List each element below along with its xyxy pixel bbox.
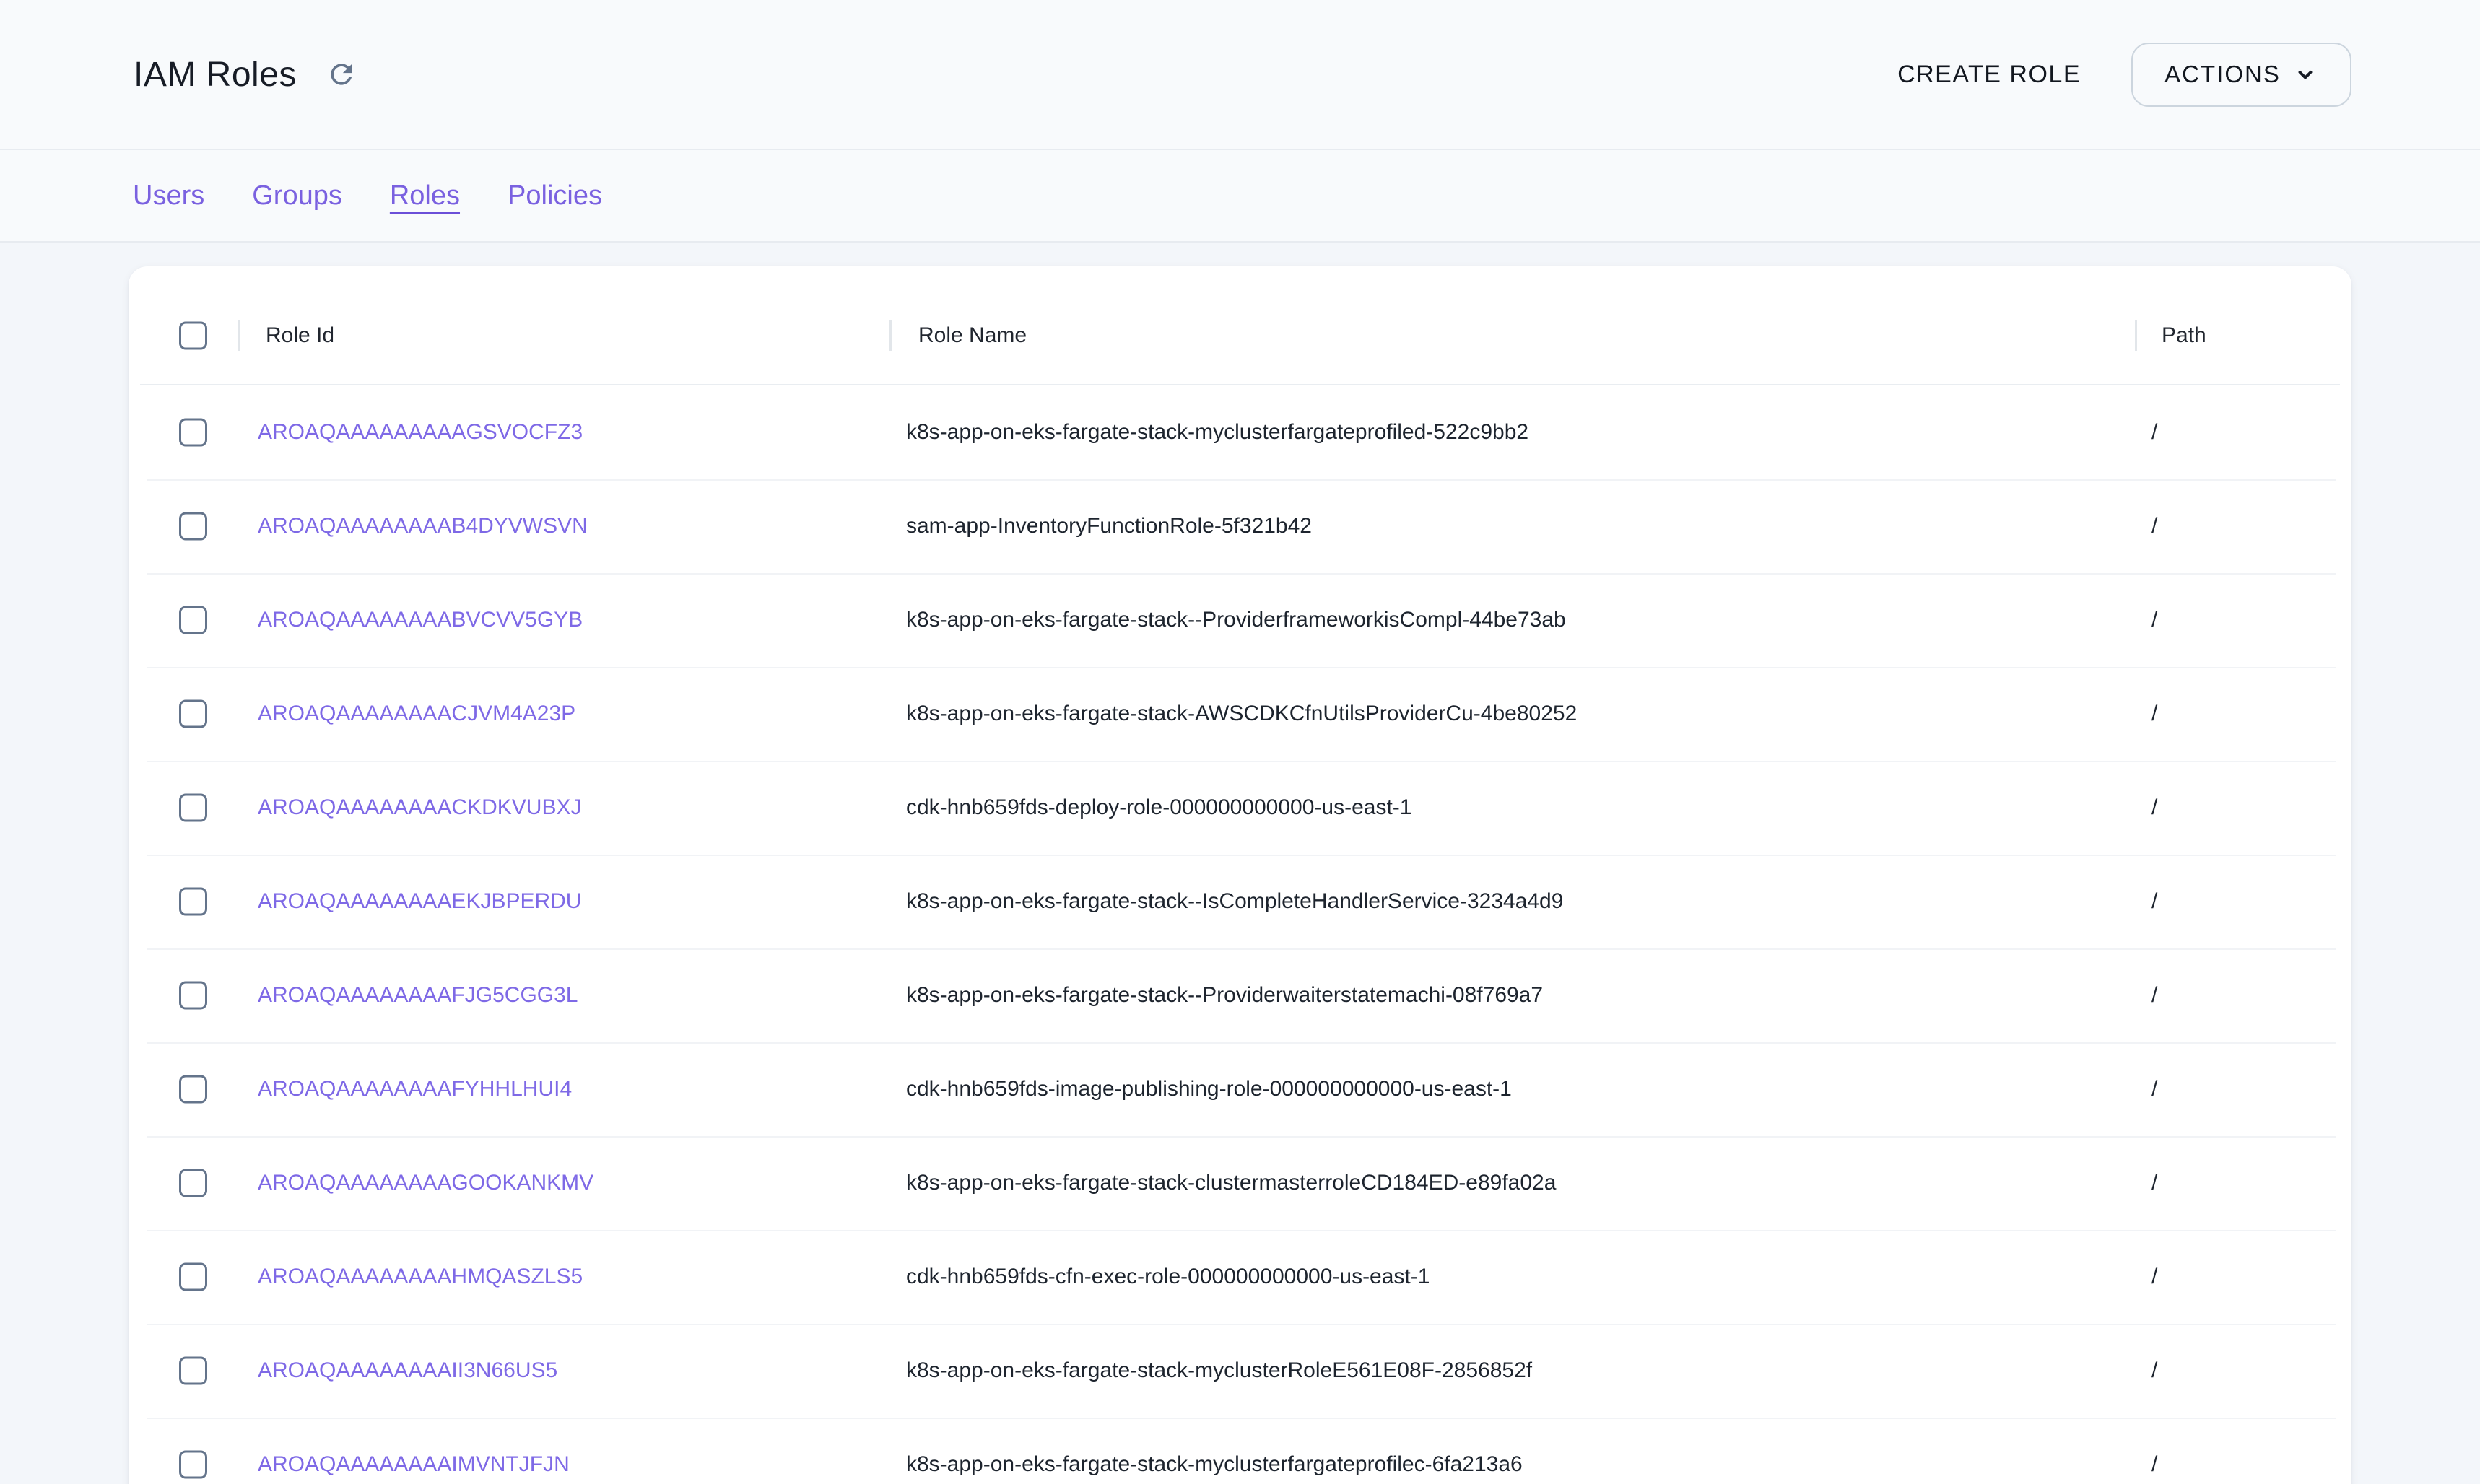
role-path-text: / <box>2151 608 2157 632</box>
role-path-text: / <box>2151 420 2157 445</box>
role-path-text: / <box>2151 1452 2157 1477</box>
table-row: AROAQAAAAAAAAGOOKANKMV k8s-app-on-eks-fa… <box>129 1136 2351 1230</box>
role-name-text: k8s-app-on-eks-fargate-stack-myclusterRo… <box>906 1358 1532 1383</box>
iam-tabs: Users Groups Roles Policies <box>0 150 2480 243</box>
role-id-link[interactable]: AROAQAAAAAAAAFJG5CGG3L <box>258 983 578 1008</box>
role-id-link[interactable]: AROAQAAAAAAAAB4DYVWSVN <box>258 514 588 538</box>
role-name-text: k8s-app-on-eks-fargate-stack-myclusterfa… <box>906 1452 1523 1477</box>
create-role-button[interactable]: CREATE ROLE <box>1897 61 2081 89</box>
role-path-text: / <box>2151 795 2157 820</box>
row-checkbox[interactable] <box>179 1075 207 1104</box>
row-checkbox[interactable] <box>179 1263 207 1291</box>
role-name-text: k8s-app-on-eks-fargate-stack-AWSCDKCfnUt… <box>906 702 1577 726</box>
table-row: AROAQAAAAAAAAEKJBPERDU k8s-app-on-eks-fa… <box>129 855 2351 948</box>
role-id-link[interactable]: AROAQAAAAAAAACKDKVUBXJ <box>258 795 581 820</box>
table-body: AROAQAAAAAAAAAGSVOCFZ3 k8s-app-on-eks-fa… <box>129 385 2351 1484</box>
row-checkbox[interactable] <box>179 794 207 822</box>
role-path-text: / <box>2151 1358 2157 1383</box>
role-name-text: cdk-hnb659fds-deploy-role-000000000000-u… <box>906 795 1411 820</box>
role-name-text: sam-app-InventoryFunctionRole-5f321b42 <box>906 514 1312 538</box>
table-row: AROAQAAAAAAAACJVM4A23P k8s-app-on-eks-fa… <box>129 667 2351 761</box>
role-path-text: / <box>2151 1265 2157 1289</box>
role-name-text: cdk-hnb659fds-cfn-exec-role-000000000000… <box>906 1265 1430 1289</box>
table-row: AROAQAAAAAAAAFYHHLHUI4 cdk-hnb659fds-ima… <box>129 1042 2351 1136</box>
role-path-text: / <box>2151 702 2157 726</box>
tab-roles[interactable]: Roles <box>390 180 460 211</box>
table-header-row: Role Id Role Name Path <box>129 266 2351 385</box>
column-header-role-name: Role Name <box>918 323 1027 348</box>
column-divider <box>238 320 240 351</box>
role-path-text: / <box>2151 1077 2157 1101</box>
role-id-link[interactable]: AROAQAAAAAAAAEKJBPERDU <box>258 889 581 914</box>
table-row: AROAQAAAAAAAAII3N66US5 k8s-app-on-eks-fa… <box>129 1324 2351 1418</box>
role-name-text: cdk-hnb659fds-image-publishing-role-0000… <box>906 1077 1512 1101</box>
row-checkbox[interactable] <box>179 1169 207 1197</box>
role-id-link[interactable]: AROAQAAAAAAAAAGSVOCFZ3 <box>258 420 583 445</box>
role-name-text: k8s-app-on-eks-fargate-stack--Providerwa… <box>906 983 1543 1008</box>
table-row: AROAQAAAAAAAAFJG5CGG3L k8s-app-on-eks-fa… <box>129 948 2351 1042</box>
role-path-text: / <box>2151 983 2157 1008</box>
table-row: AROAQAAAAAAAAHMQASZLS5 cdk-hnb659fds-cfn… <box>129 1230 2351 1324</box>
page-title: IAM Roles <box>134 55 297 95</box>
column-divider <box>889 320 892 351</box>
role-id-link[interactable]: AROAQAAAAAAAAIMVNTJFJN <box>258 1452 570 1477</box>
table-row: AROAQAAAAAAAAB4DYVWSVN sam-app-Inventory… <box>129 479 2351 573</box>
tab-groups[interactable]: Groups <box>252 180 342 211</box>
roles-table-card: Role Id Role Name Path AROAQAAAAAAAAAGSV… <box>129 266 2351 1484</box>
table-row: AROAQAAAAAAAAIMVNTJFJN k8s-app-on-eks-fa… <box>129 1418 2351 1484</box>
role-id-link[interactable]: AROAQAAAAAAAAII3N66US5 <box>258 1358 557 1383</box>
role-path-text: / <box>2151 514 2157 538</box>
column-divider <box>2135 320 2137 351</box>
role-id-link[interactable]: AROAQAAAAAAAAGOOKANKMV <box>258 1171 593 1195</box>
select-all-checkbox[interactable] <box>179 321 207 349</box>
row-checkbox[interactable] <box>179 888 207 916</box>
table-row: AROAQAAAAAAAABVCVV5GYB k8s-app-on-eks-fa… <box>129 573 2351 667</box>
column-header-role-id: Role Id <box>266 323 334 348</box>
main-content: Role Id Role Name Path AROAQAAAAAAAAAGSV… <box>0 243 2480 1484</box>
role-id-link[interactable]: AROAQAAAAAAAACJVM4A23P <box>258 702 575 726</box>
column-header-path: Path <box>2162 323 2206 348</box>
row-checkbox[interactable] <box>179 700 207 728</box>
row-checkbox[interactable] <box>179 1357 207 1385</box>
row-checkbox[interactable] <box>179 1451 207 1479</box>
row-checkbox[interactable] <box>179 419 207 447</box>
chevron-down-icon <box>2292 61 2318 87</box>
role-name-text: k8s-app-on-eks-fargate-stack--IsComplete… <box>906 889 1563 914</box>
refresh-button[interactable] <box>323 56 360 93</box>
role-id-link[interactable]: AROAQAAAAAAAABVCVV5GYB <box>258 608 583 632</box>
role-id-link[interactable]: AROAQAAAAAAAAHMQASZLS5 <box>258 1265 583 1289</box>
role-path-text: / <box>2151 889 2157 914</box>
role-name-text: k8s-app-on-eks-fargate-stack--Providerfr… <box>906 608 1566 632</box>
role-name-text: k8s-app-on-eks-fargate-stack-clustermast… <box>906 1171 1556 1195</box>
row-checkbox[interactable] <box>179 982 207 1010</box>
actions-button[interactable]: ACTIONS <box>2131 43 2351 107</box>
row-checkbox[interactable] <box>179 606 207 634</box>
table-row: AROAQAAAAAAAAAGSVOCFZ3 k8s-app-on-eks-fa… <box>129 385 2351 479</box>
page-header: IAM Roles CREATE ROLE ACTIONS <box>0 0 2480 150</box>
role-name-text: k8s-app-on-eks-fargate-stack-myclusterfa… <box>906 420 1528 445</box>
table-row: AROAQAAAAAAAACKDKVUBXJ cdk-hnb659fds-dep… <box>129 761 2351 855</box>
actions-button-label: ACTIONS <box>2164 61 2281 88</box>
tab-policies[interactable]: Policies <box>508 180 602 211</box>
role-path-text: / <box>2151 1171 2157 1195</box>
refresh-icon <box>326 58 357 90</box>
row-checkbox[interactable] <box>179 512 207 541</box>
tab-users[interactable]: Users <box>133 180 204 211</box>
role-id-link[interactable]: AROAQAAAAAAAAFYHHLHUI4 <box>258 1077 572 1101</box>
